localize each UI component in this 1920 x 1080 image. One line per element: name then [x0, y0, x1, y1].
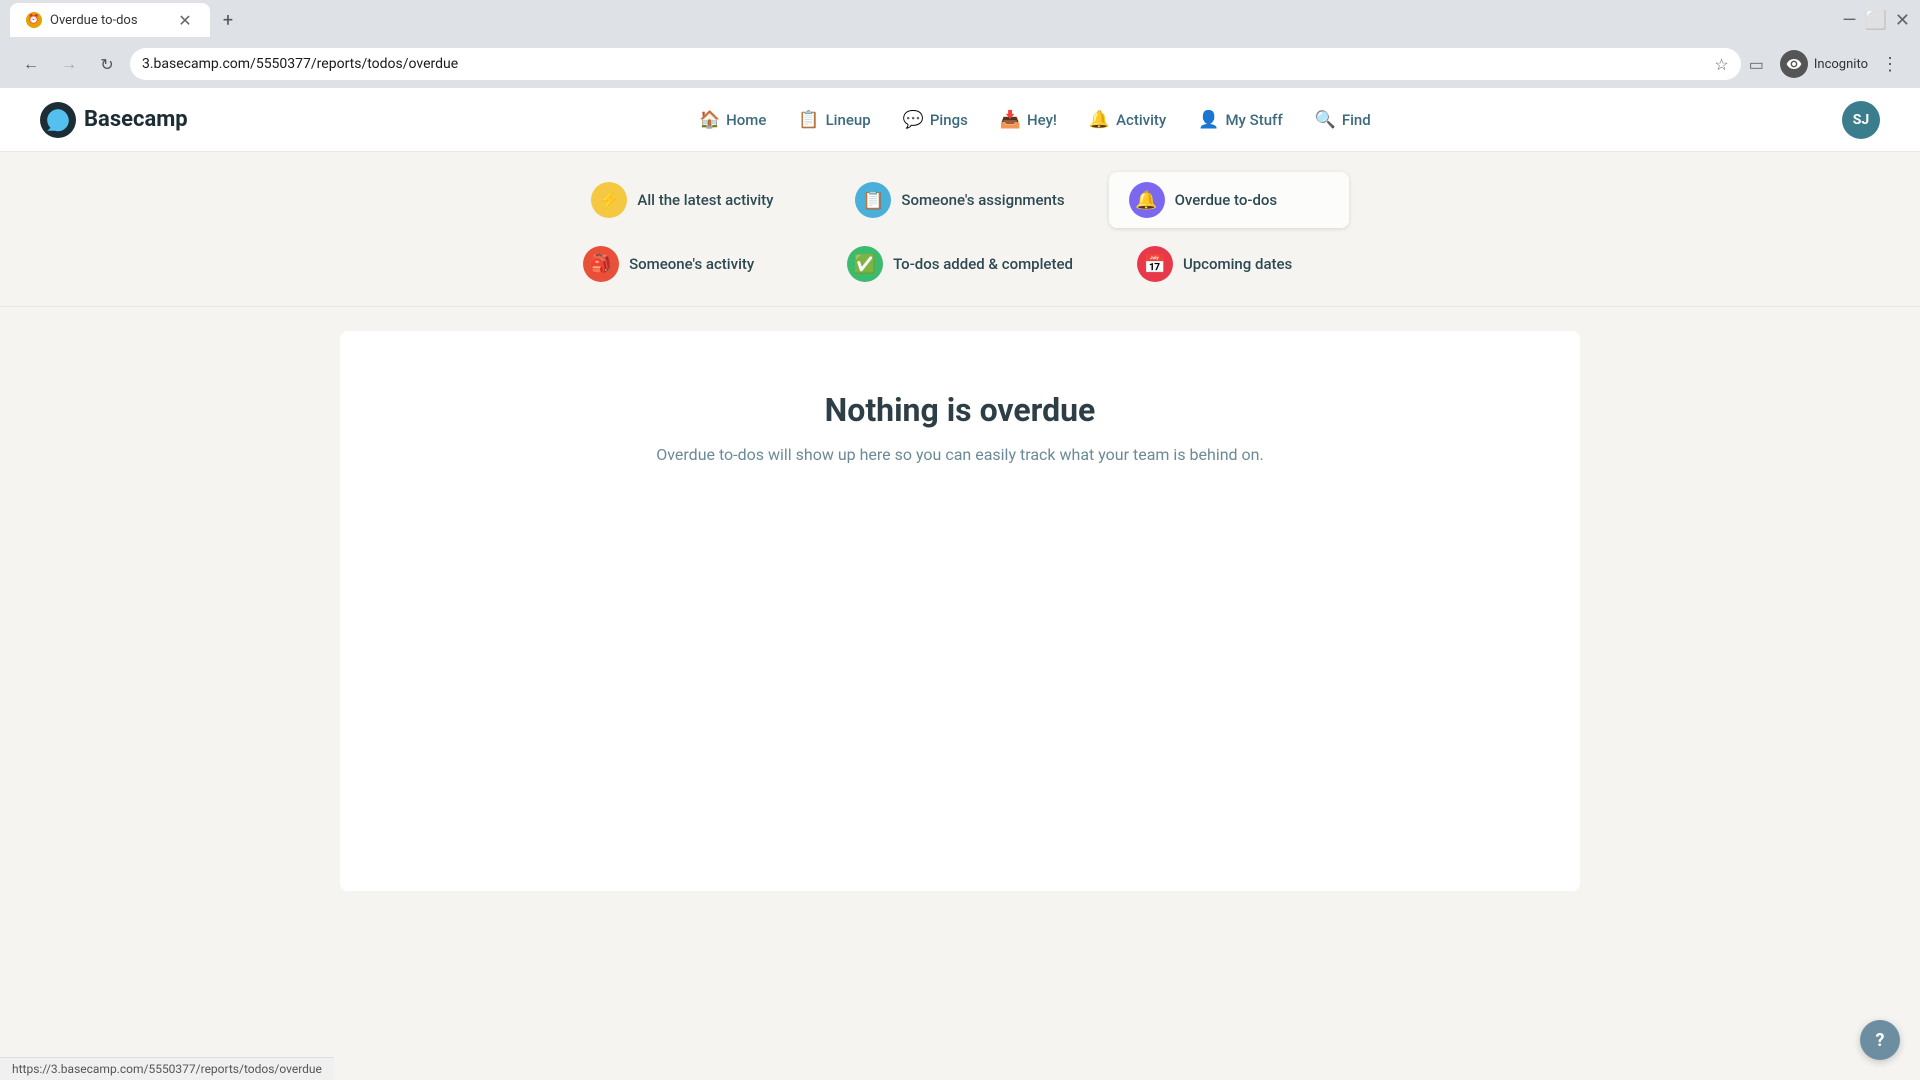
app-header: Basecamp 🏠 Home 📋 Lineup 💬 Pings 📥 Hey! … [0, 88, 1920, 152]
nav-pings[interactable]: 💬 Pings [889, 102, 982, 138]
tab-close-button[interactable]: ✕ [176, 11, 194, 29]
dropdown-row-1: ⚡ All the latest activity 📋 Someone's as… [560, 172, 1360, 228]
content-card: Nothing is overdue Overdue to-dos will s… [340, 331, 1580, 891]
activity-dropdown: ⚡ All the latest activity 📋 Someone's as… [0, 152, 1920, 302]
nav-pings-label: Pings [930, 111, 968, 129]
nav-home-label: Home [726, 111, 766, 129]
tab-title: Overdue to-dos [50, 13, 168, 28]
incognito-label: Incognito [1814, 57, 1868, 72]
forward-button[interactable]: → [54, 49, 84, 79]
user-avatar[interactable]: SJ [1842, 101, 1880, 139]
someones-activity-icon: 🎒 [583, 246, 619, 282]
main-nav: 🏠 Home 📋 Lineup 💬 Pings 📥 Hey! 🔔 Activit… [228, 102, 1842, 138]
logo-text: Basecamp [84, 107, 188, 132]
incognito-area: Incognito [1780, 50, 1868, 78]
pings-icon: 💬 [903, 110, 924, 130]
incognito-icon [1780, 50, 1808, 78]
more-options-button[interactable]: ⋮ [1876, 50, 1904, 78]
status-bar: https://3.basecamp.com/5550377/reports/t… [0, 1057, 334, 1080]
hey-icon: 📥 [1000, 110, 1021, 130]
maximize-button[interactable]: ⬜ [1864, 10, 1886, 31]
dropdown-overdue-todos[interactable]: 🔔 Overdue to-dos [1109, 172, 1349, 228]
all-latest-activity-label: All the latest activity [637, 191, 773, 209]
upcoming-dates-label: Upcoming dates [1183, 255, 1292, 273]
nothing-title: Nothing is overdue [825, 391, 1096, 429]
browser-chrome: ⏰ Overdue to-dos ✕ + — ⬜ ✕ ← → ↻ 3.basec… [0, 0, 1920, 88]
logo[interactable]: Basecamp [40, 102, 188, 138]
lineup-icon: 📋 [798, 110, 819, 130]
active-tab: ⏰ Overdue to-dos ✕ [10, 3, 210, 37]
back-button[interactable]: ← [16, 49, 46, 79]
dropdown-all-latest-activity[interactable]: ⚡ All the latest activity [571, 172, 811, 228]
dropdown-row-2: 🎒 Someone's activity ✅ To-dos added & co… [560, 236, 1360, 292]
logo-icon [40, 102, 76, 138]
someones-activity-label: Someone's activity [629, 255, 754, 273]
close-button[interactable]: ✕ [1895, 10, 1910, 31]
minimize-button[interactable]: — [1842, 10, 1856, 31]
someones-assignments-icon: 📋 [855, 182, 891, 218]
bookmark-button[interactable]: ☆ [1714, 55, 1728, 74]
help-button[interactable]: ? [1860, 1020, 1900, 1060]
someones-assignments-label: Someone's assignments [901, 191, 1064, 209]
nav-lineup-label: Lineup [826, 111, 871, 129]
overdue-todos-icon: 🔔 [1129, 182, 1165, 218]
tab-bar: ⏰ Overdue to-dos ✕ + — ⬜ ✕ [0, 0, 1920, 40]
todos-added-completed-icon: ✅ [847, 246, 883, 282]
todos-added-completed-label: To-dos added & completed [893, 255, 1073, 273]
status-url: https://3.basecamp.com/5550377/reports/t… [12, 1062, 322, 1076]
overdue-todos-label: Overdue to-dos [1175, 191, 1278, 209]
tab-favicon: ⏰ [26, 12, 42, 28]
sidebar-button[interactable]: ▭ [1749, 55, 1764, 74]
nav-find[interactable]: 🔍 Find [1301, 102, 1385, 138]
dropdown-todos-added-completed[interactable]: ✅ To-dos added & completed [827, 236, 1093, 292]
window-controls: — ⬜ ✕ [1842, 10, 1910, 31]
nothing-desc: Overdue to-dos will show up here so you … [656, 445, 1263, 464]
nav-activity[interactable]: 🔔 Activity [1075, 102, 1180, 138]
nav-home[interactable]: 🏠 Home [685, 102, 780, 138]
dropdown-someones-activity[interactable]: 🎒 Someone's activity [563, 236, 803, 292]
dropdown-someones-assignments[interactable]: 📋 Someone's assignments [835, 172, 1084, 228]
activity-icon: 🔔 [1089, 110, 1110, 130]
address-bar-row: ← → ↻ 3.basecamp.com/5550377/reports/tod… [0, 40, 1920, 88]
nav-activity-label: Activity [1116, 111, 1166, 129]
nav-hey-label: Hey! [1027, 111, 1057, 129]
refresh-button[interactable]: ↻ [92, 49, 122, 79]
new-tab-button[interactable]: + [214, 6, 242, 34]
url-text: 3.basecamp.com/5550377/reports/todos/ove… [142, 56, 1706, 72]
dropdown-upcoming-dates[interactable]: 📅 Upcoming dates [1117, 236, 1357, 292]
nav-mystuff[interactable]: 👤 My Stuff [1184, 102, 1296, 138]
find-icon: 🔍 [1315, 110, 1336, 130]
address-bar[interactable]: 3.basecamp.com/5550377/reports/todos/ove… [130, 48, 1741, 80]
nav-mystuff-label: My Stuff [1225, 111, 1282, 129]
home-icon: 🏠 [699, 110, 720, 130]
all-latest-activity-icon: ⚡ [591, 182, 627, 218]
mystuff-icon: 👤 [1198, 110, 1219, 130]
dropdown-grid: ⚡ All the latest activity 📋 Someone's as… [560, 172, 1360, 292]
divider [0, 306, 1920, 307]
nav-lineup[interactable]: 📋 Lineup [784, 102, 884, 138]
nav-find-label: Find [1342, 111, 1371, 129]
upcoming-dates-icon: 📅 [1137, 246, 1173, 282]
main-content: Nothing is overdue Overdue to-dos will s… [0, 311, 1920, 911]
nav-hey[interactable]: 📥 Hey! [986, 102, 1071, 138]
